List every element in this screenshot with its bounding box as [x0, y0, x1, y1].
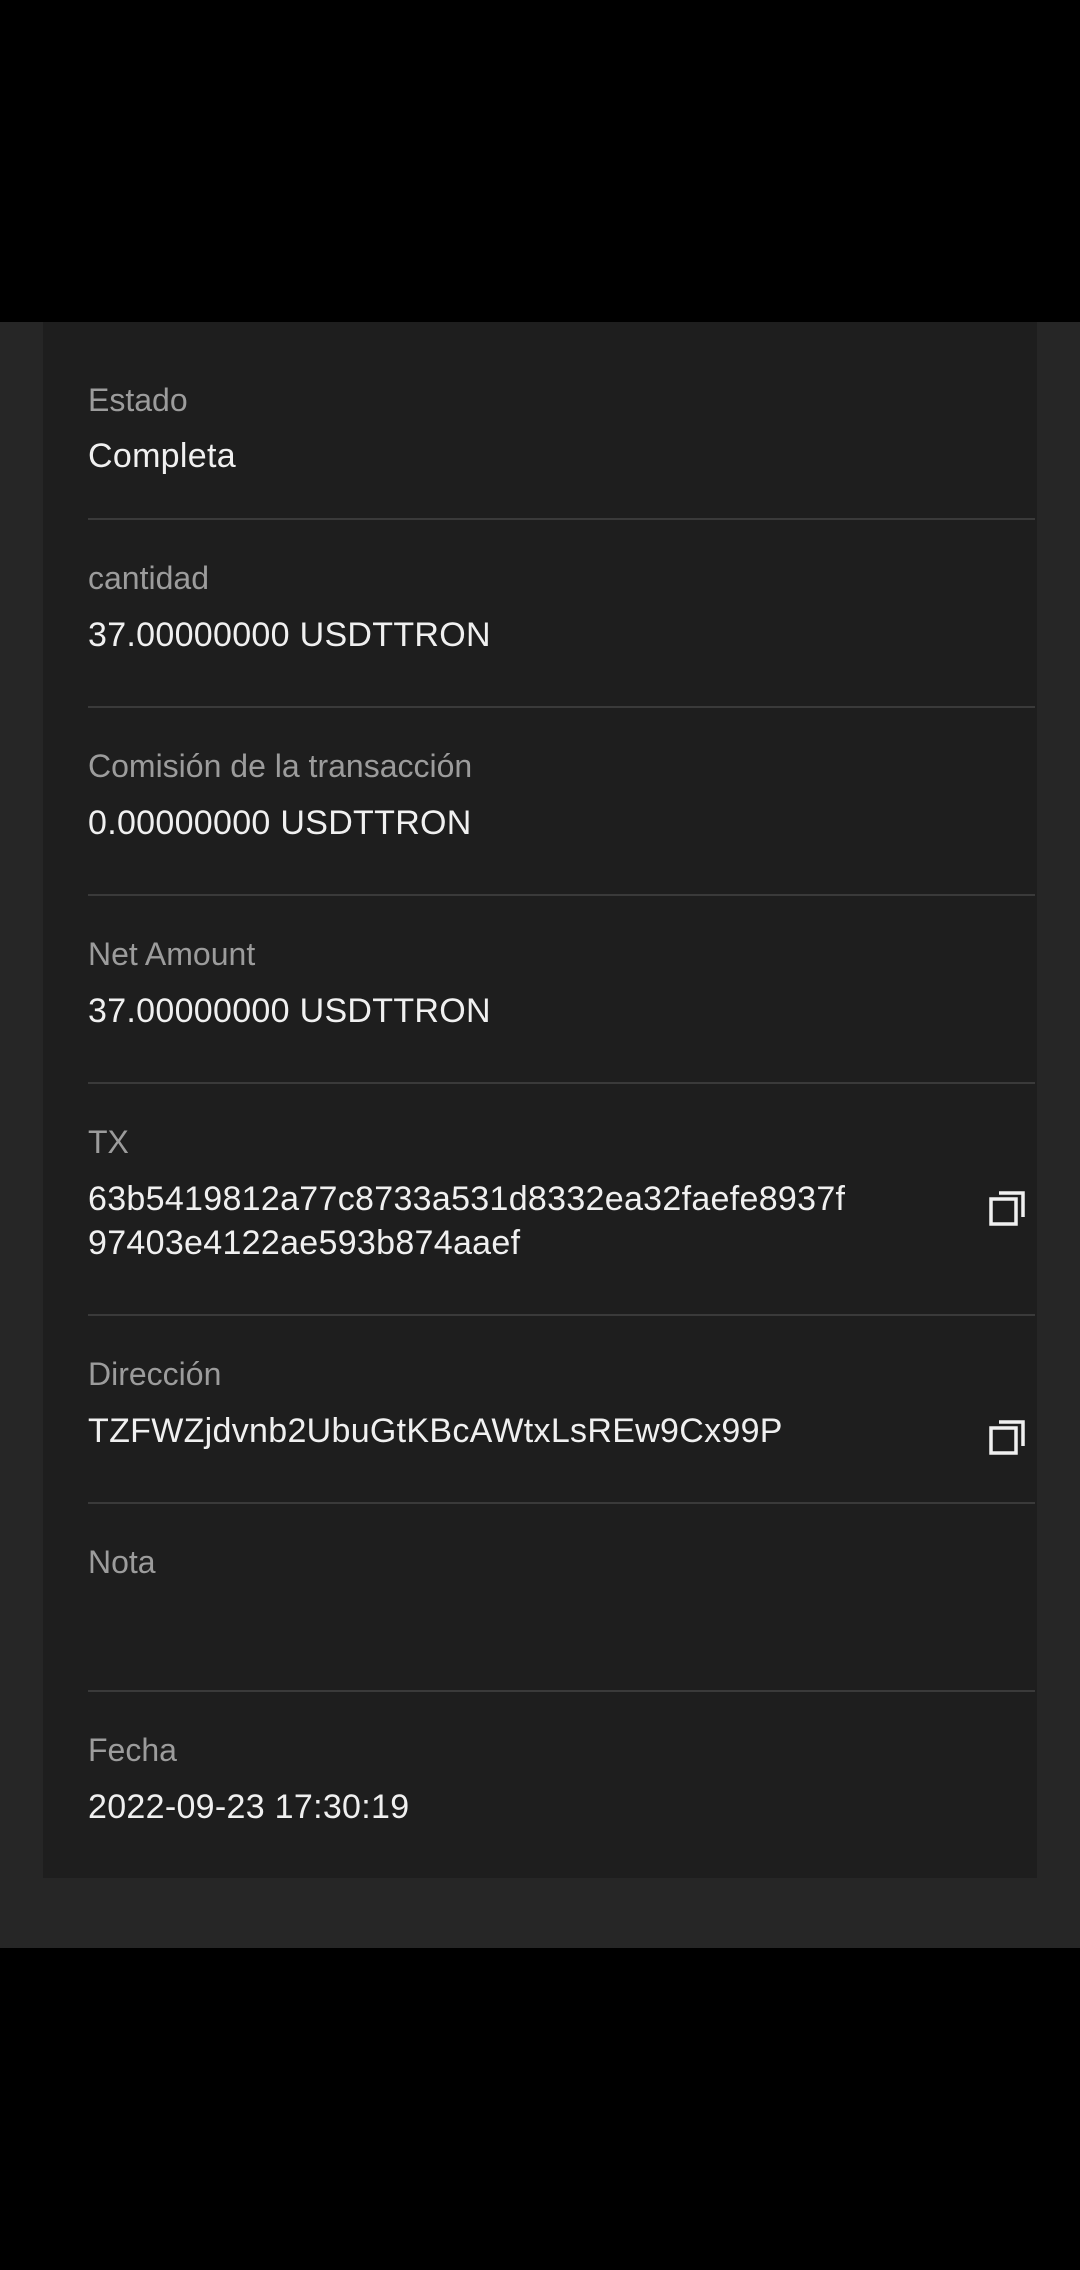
copy-icon	[989, 1420, 1025, 1455]
fecha-value: 2022-09-23 17:30:19	[88, 1788, 410, 1826]
cantidad-label: cantidad	[88, 560, 209, 596]
transaction-detail-card: Estado Completa cantidad 37.00000000 USD…	[43, 322, 1037, 1878]
copy-tx-button[interactable]	[988, 1188, 1028, 1228]
copy-icon	[989, 1191, 1025, 1226]
detail-row-fecha: Fecha 2022-09-23 17:30:19	[88, 1692, 1035, 1878]
comision-value: 0.00000000 USDTTRON	[88, 804, 472, 842]
estado-label: Estado	[88, 382, 188, 418]
detail-row-nota: Nota	[88, 1504, 1035, 1692]
detail-row-tx: TX 63b5419812a77c8733a531d8332ea32faefe8…	[88, 1084, 1035, 1316]
copy-address-button[interactable]	[988, 1417, 1028, 1457]
direccion-label: Dirección	[88, 1356, 222, 1392]
detail-row-direccion: Dirección TZFWZjdvnb2UbuGtKBcAWtxLsREw9C…	[88, 1316, 1035, 1504]
tx-label: TX	[88, 1124, 129, 1160]
tx-hash-line-2: 97403e4122ae593b874aaef	[88, 1224, 521, 1262]
direccion-value: TZFWZjdvnb2UbuGtKBcAWtxLsREw9Cx99P	[88, 1412, 783, 1450]
detail-row-estado: Estado Completa	[88, 322, 1035, 520]
detail-row-net-amount: Net Amount 37.00000000 USDTTRON	[88, 896, 1035, 1084]
cantidad-value: 37.00000000 USDTTRON	[88, 616, 491, 654]
estado-value: Completa	[88, 437, 236, 475]
transaction-detail-screen: Estado Completa cantidad 37.00000000 USD…	[0, 322, 1080, 1948]
detail-row-cantidad: cantidad 37.00000000 USDTTRON	[88, 520, 1035, 708]
status-bar-area	[0, 0, 1080, 322]
tx-hash-line-1: 63b5419812a77c8733a531d8332ea32faefe8937…	[88, 1180, 846, 1218]
net-amount-label: Net Amount	[88, 936, 256, 972]
nota-label: Nota	[88, 1544, 156, 1580]
fecha-label: Fecha	[88, 1732, 177, 1768]
net-amount-value: 37.00000000 USDTTRON	[88, 992, 491, 1030]
detail-row-comision: Comisión de la transacción 0.00000000 US…	[88, 708, 1035, 896]
comision-label: Comisión de la transacción	[88, 748, 473, 784]
navigation-bar-area	[0, 1948, 1080, 2270]
